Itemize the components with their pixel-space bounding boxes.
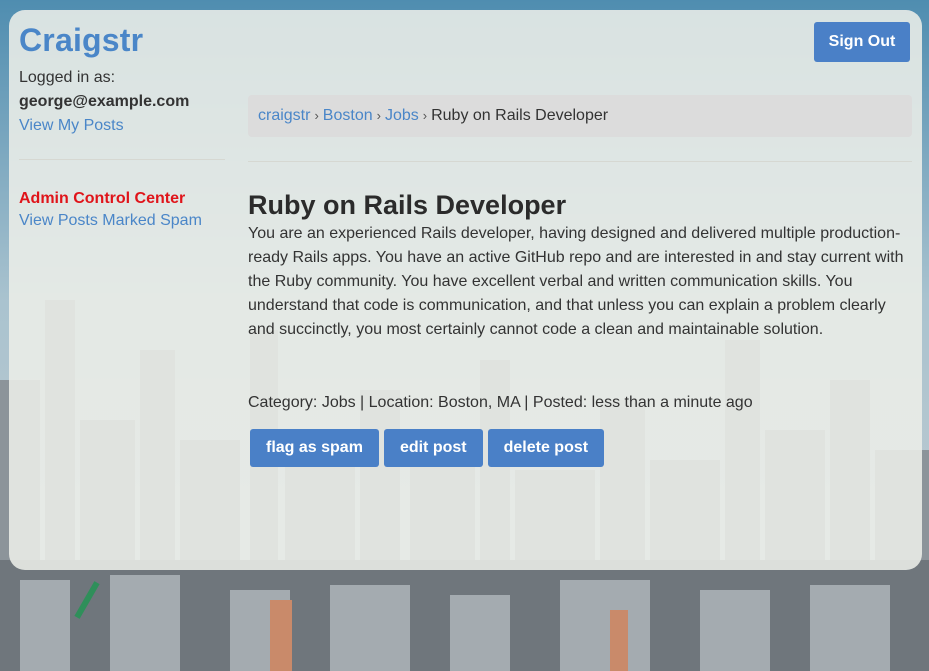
breadcrumb-separator: › [376, 108, 381, 123]
breadcrumb-separator: › [314, 108, 319, 123]
delete-post-button[interactable]: delete post [487, 429, 605, 467]
post-actions: flag as spam edit post delete post [250, 429, 609, 467]
breadcrumb-separator: › [422, 108, 428, 123]
view-my-posts-link[interactable]: View My Posts [19, 117, 124, 134]
logged-in-label: Logged in as: [19, 69, 116, 86]
user-email: george@example.com [19, 93, 190, 110]
breadcrumb-item-jobs[interactable]: Jobs [385, 107, 419, 124]
content-divider [248, 161, 912, 162]
edit-post-button[interactable]: edit post [383, 429, 483, 467]
admin-control-center-heading: Admin Control Center [19, 190, 186, 207]
breadcrumb-item-craigstr[interactable]: craigstr [258, 107, 310, 124]
post-body: You are an experienced Rails developer, … [248, 225, 904, 338]
sidebar: Logged in as: george@example.com View My… [19, 66, 225, 138]
breadcrumb: craigstr › Boston › Jobs › Ruby on Rails Devel… [248, 95, 912, 137]
sign-out-button[interactable]: Sign Out [814, 22, 910, 62]
post-title: Ruby on Rails Developer [248, 190, 567, 220]
breadcrumb-current: Ruby on Rails Developer [431, 107, 609, 124]
view-spam-posts-link[interactable]: View Posts Marked Spam [19, 212, 202, 229]
main-panel: Craigstr Sign Out Logged in as: george@e… [9, 10, 922, 570]
flag-as-spam-button[interactable]: flag as spam [250, 429, 379, 467]
breadcrumb-item-boston[interactable]: Boston [323, 107, 373, 124]
brand-logo-link[interactable]: Craigstr [19, 22, 143, 59]
post-meta: Category: Jobs | Location: Boston, MA | … [248, 394, 753, 411]
sidebar-divider [19, 159, 225, 160]
